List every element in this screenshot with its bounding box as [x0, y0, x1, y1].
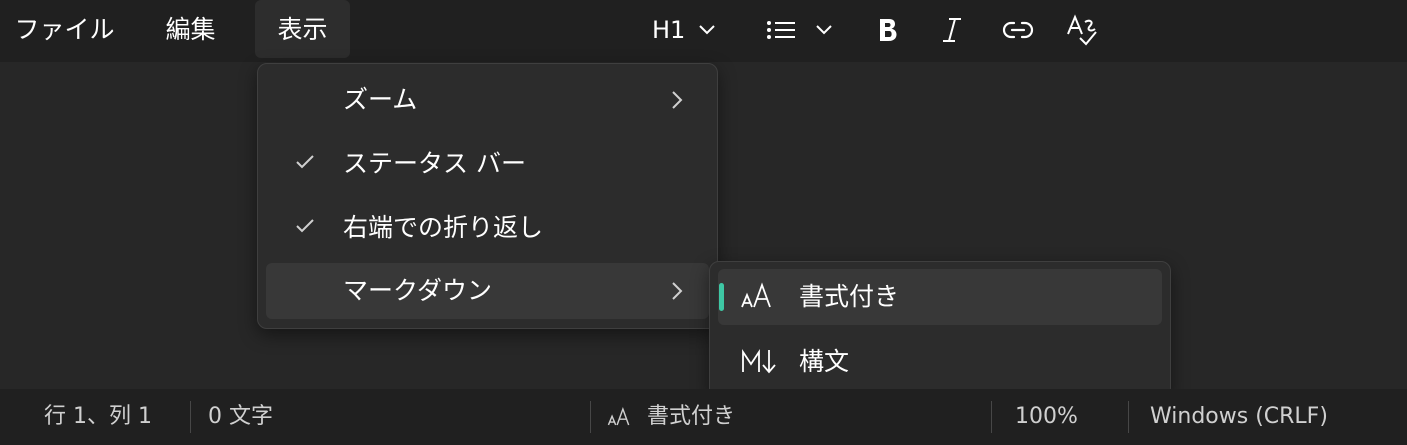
format-label: 書式付き	[647, 404, 736, 429]
bullet-list-icon	[766, 19, 796, 41]
chevron-right-icon	[671, 90, 683, 114]
heading-label: H1	[652, 16, 686, 44]
spellcheck-button[interactable]	[1066, 10, 1098, 50]
submenu-item-label: 構文	[799, 347, 850, 376]
chevron-down-icon	[699, 25, 716, 35]
markdown-syntax-icon	[740, 346, 778, 380]
line-ending[interactable]: Windows (CRLF)	[1150, 389, 1328, 445]
italic-button[interactable]	[940, 10, 964, 50]
spellcheck-icon	[1066, 14, 1098, 46]
divider	[1128, 401, 1129, 433]
checkmark-icon	[295, 154, 315, 174]
divider	[190, 401, 191, 433]
bold-icon	[877, 17, 899, 43]
formatted-text-icon	[740, 281, 776, 315]
view-menu-dropdown: ズーム ステータス バー 右端での折り返し マークダウン	[257, 63, 718, 329]
menu-item-label: マークダウン	[343, 276, 493, 305]
link-icon	[1002, 20, 1034, 40]
bold-button[interactable]	[877, 10, 899, 50]
chevron-right-icon	[671, 281, 683, 305]
zoom-level[interactable]: 100%	[1015, 389, 1078, 445]
menu-view[interactable]: 表示	[255, 0, 350, 58]
menu-item-zoom[interactable]: ズーム	[266, 72, 709, 128]
submenu-item-formatted[interactable]: 書式付き	[718, 269, 1162, 325]
character-count: 0 文字	[208, 404, 273, 429]
selection-indicator	[719, 283, 724, 311]
menu-item-status-bar[interactable]: ステータス バー	[266, 136, 709, 192]
submenu-item-syntax[interactable]: 構文	[718, 334, 1162, 390]
chevron-down-icon	[816, 25, 832, 35]
menu-item-label: ズーム	[343, 85, 418, 114]
link-button[interactable]	[1002, 10, 1034, 50]
format-indicator[interactable]: 書式付き	[607, 389, 735, 445]
list-dropdown[interactable]	[766, 10, 832, 50]
menu-edit[interactable]: 編集	[148, 0, 233, 58]
markdown-submenu: 書式付き 構文	[709, 261, 1171, 398]
submenu-item-label: 書式付き	[799, 282, 900, 311]
formatted-text-icon	[607, 406, 630, 426]
menu-bar: ファイル 編集 表示 H1	[0, 0, 1407, 62]
cursor-position[interactable]: 行 1、列 1	[44, 389, 152, 445]
menu-item-label: ステータス バー	[343, 149, 526, 178]
italic-icon	[940, 16, 964, 44]
menu-item-markdown[interactable]: マークダウン	[266, 263, 709, 319]
checkmark-icon	[295, 218, 315, 238]
divider	[991, 401, 992, 433]
menu-file[interactable]: ファイル	[12, 0, 117, 58]
menu-item-word-wrap[interactable]: 右端での折り返し	[266, 200, 709, 256]
menu-item-label: 右端での折り返し	[343, 213, 544, 242]
divider	[590, 401, 591, 433]
status-bar: 行 1、列 1 0 文字 書式付き 100% Windows (CRLF)	[0, 389, 1407, 445]
heading-dropdown[interactable]: H1	[652, 10, 716, 50]
